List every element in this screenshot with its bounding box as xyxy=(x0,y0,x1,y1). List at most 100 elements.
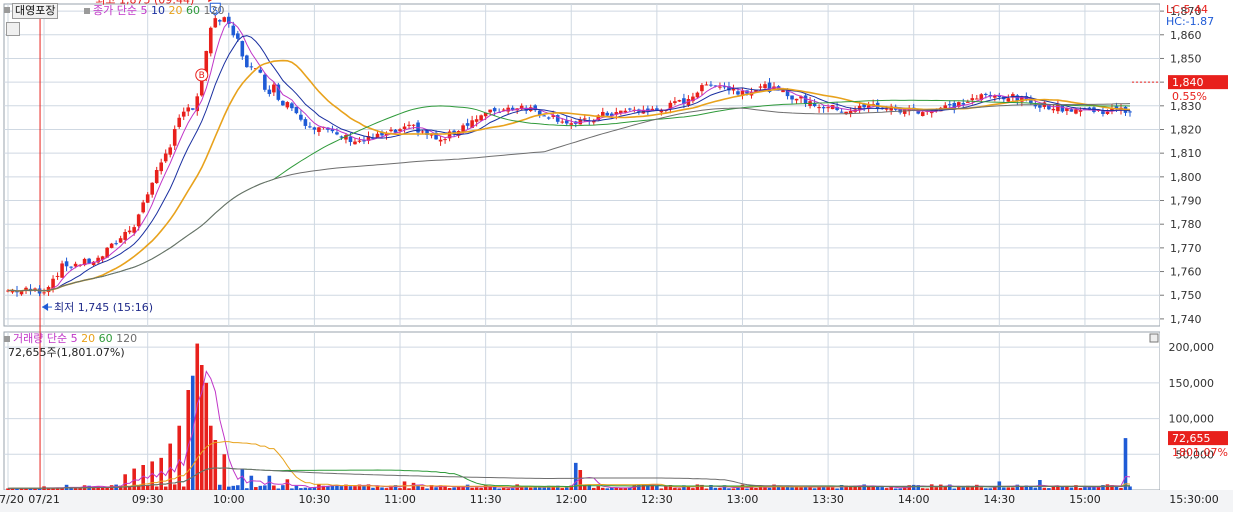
volume-bar xyxy=(880,487,884,490)
candle xyxy=(420,131,425,133)
volume-bar xyxy=(812,488,817,490)
grid-toggle-icon[interactable] xyxy=(6,22,20,36)
volume-bar xyxy=(830,487,835,490)
volume-bar xyxy=(186,390,191,490)
x-tick-label: 15:30:00 xyxy=(1169,493,1218,506)
legend-square-icon xyxy=(4,336,10,342)
candle xyxy=(438,139,443,142)
candle xyxy=(718,86,722,88)
candle xyxy=(114,243,118,245)
x-tick-label: 15:00 xyxy=(1069,493,1101,506)
volume-bar xyxy=(299,488,303,490)
volume-bar xyxy=(979,487,984,490)
candle xyxy=(163,153,168,162)
volume-bar xyxy=(290,488,294,490)
volume-bar xyxy=(677,488,682,490)
volume-bar xyxy=(745,488,749,490)
candle xyxy=(312,127,317,130)
volume-bar xyxy=(929,484,934,490)
time-axis-bg xyxy=(0,490,1233,512)
volume-info: 72,655주(1,801.07%) xyxy=(8,346,125,359)
volume-bar xyxy=(691,488,695,490)
volume-bar xyxy=(434,487,438,490)
candle xyxy=(763,84,767,89)
x-tick-label: 13:30 xyxy=(812,493,844,506)
candle xyxy=(231,25,236,36)
candle xyxy=(1006,98,1011,102)
legend-ma10: 10 xyxy=(150,4,165,17)
chart-canvas[interactable]: 1,740 1,750 1,760 1,770 1,780 1,790 1,800 1,810… xyxy=(0,0,1233,512)
volume-bar xyxy=(474,487,479,490)
candle xyxy=(272,84,276,93)
candle xyxy=(172,129,177,146)
volume-bar xyxy=(163,486,168,490)
x-tick-label: 07/21 xyxy=(28,493,60,506)
volume-bar xyxy=(510,488,515,490)
price-tick-label: 1,770 xyxy=(1170,242,1202,255)
volume-tick-label: 200,000 xyxy=(1169,341,1215,354)
volume-bar xyxy=(222,454,227,490)
volume-bar xyxy=(591,487,596,490)
volume-bar xyxy=(145,485,150,490)
volume-bar xyxy=(659,488,664,490)
buy-signal-label: B xyxy=(199,71,205,81)
volume-bar xyxy=(177,425,182,490)
candle xyxy=(1105,111,1110,114)
candle xyxy=(943,105,948,109)
volume-bar xyxy=(154,486,159,490)
volume-bar xyxy=(713,487,718,490)
x-tick-label: 07/20 xyxy=(0,493,24,506)
volume-bar xyxy=(1006,487,1011,490)
volume-bar xyxy=(245,488,249,490)
volume-bar xyxy=(1119,487,1123,490)
stock-name-button[interactable]: 대영포장 xyxy=(12,3,59,19)
price-tick-label: 1,780 xyxy=(1170,218,1202,231)
candle xyxy=(700,85,704,92)
candle xyxy=(145,194,150,203)
price-tick-label: 1,790 xyxy=(1170,195,1202,208)
candle xyxy=(353,141,357,145)
x-tick-label: 11:30 xyxy=(470,493,502,506)
candle xyxy=(569,123,574,125)
candle xyxy=(73,263,78,267)
volume-bar xyxy=(425,488,429,490)
candle xyxy=(263,74,267,90)
volume-bar xyxy=(898,488,902,490)
volume-bar xyxy=(920,488,925,490)
legend-ma60: 60 xyxy=(185,4,200,17)
legend-ma120: 120 xyxy=(203,4,225,17)
volume-bar xyxy=(479,487,483,490)
legend-vol-ma20: 20 xyxy=(81,332,96,345)
volume-bar xyxy=(285,479,290,490)
candle xyxy=(249,66,254,68)
candle xyxy=(704,84,709,86)
volume-bar xyxy=(988,488,993,490)
candle xyxy=(348,136,353,143)
volume-bar xyxy=(281,485,285,490)
volume-bar xyxy=(208,425,213,490)
volume-bar xyxy=(506,488,510,490)
x-tick-label: 10:00 xyxy=(213,493,245,506)
volume-bar xyxy=(123,474,127,490)
candle xyxy=(695,92,700,98)
candle xyxy=(479,115,483,121)
candle xyxy=(794,98,799,101)
volume-bar xyxy=(857,487,862,490)
volume-bar xyxy=(461,487,465,490)
candle xyxy=(281,100,285,106)
candle xyxy=(308,126,312,128)
volume-bar xyxy=(1051,486,1056,490)
candle xyxy=(123,231,127,240)
candle xyxy=(389,129,393,132)
volume-bar xyxy=(727,488,731,490)
legend-square-icon xyxy=(84,8,90,14)
volume-bar xyxy=(303,487,308,490)
volume-bar xyxy=(1128,486,1132,490)
volume-bar xyxy=(236,485,240,490)
candle xyxy=(258,69,263,73)
candle xyxy=(817,107,821,109)
candle xyxy=(902,109,907,114)
x-tick-label: 12:30 xyxy=(641,493,673,506)
candle xyxy=(673,101,677,104)
candle xyxy=(1038,105,1042,108)
